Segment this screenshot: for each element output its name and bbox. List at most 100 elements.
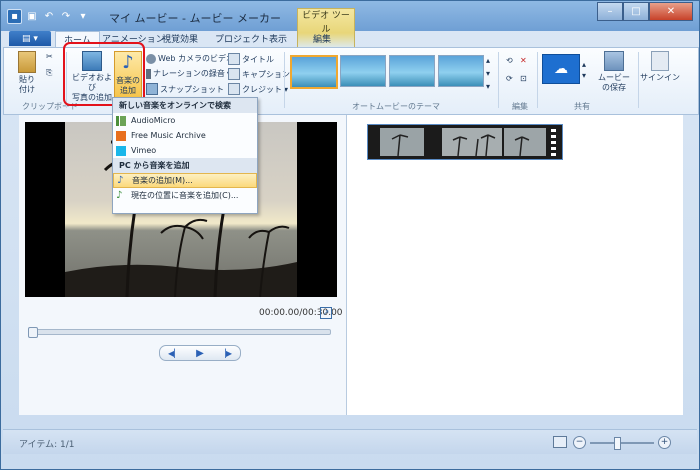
tab-project[interactable]: プロジェクト	[215, 32, 269, 45]
status-bar: アイテム: 1/1 − +	[3, 429, 697, 454]
snapshot-button[interactable]: スナップショット	[146, 83, 224, 95]
theme-thumbnail[interactable]	[340, 55, 386, 87]
credits-label: クレジット	[242, 84, 282, 94]
copy-icon[interactable]: ⎘	[46, 68, 52, 78]
clip-filmstrip	[368, 125, 562, 159]
tab-view[interactable]: 表示	[269, 32, 287, 45]
menu-item-label: Vimeo	[131, 146, 157, 155]
previous-frame-icon[interactable]: ◀▏	[168, 349, 180, 358]
menu-item-label: AudioMicro	[131, 116, 176, 125]
group-separator	[537, 52, 538, 108]
quick-access-toolbar: ▪ ▣ ↶ ↷ ▾	[7, 9, 90, 24]
app-window: ▪ ▣ ↶ ↷ ▾ マイ ムービー - ムービー メーカー ビデオ ツール – …	[0, 0, 700, 470]
save-movie-button[interactable]: ムービー の保存	[594, 51, 634, 93]
share-group-label: 共有	[574, 102, 590, 111]
vimeo-icon	[116, 145, 126, 156]
group-separator	[284, 52, 285, 108]
record-narration-button[interactable]: ナレーションの録音▾	[146, 68, 231, 79]
microphone-icon	[146, 68, 151, 79]
chevron-down-icon: ▾	[582, 71, 587, 80]
seek-handle[interactable]	[28, 327, 38, 338]
menu-item-free-music-archive[interactable]: Free Music Archive	[113, 128, 257, 143]
caption-label: キャプション	[242, 69, 290, 79]
menu-item-add-music-at-current-point[interactable]: ♪ 現在の位置に音楽を追加(C)...	[113, 188, 257, 203]
credits-button[interactable]: クレジット ▾	[228, 83, 288, 95]
zoom-slider-thumb[interactable]	[614, 436, 621, 450]
audiomicro-icon	[116, 115, 126, 126]
webcam-video-button[interactable]: Web カメラのビデオ	[146, 53, 234, 64]
thumbnail-size-icon[interactable]	[553, 436, 567, 448]
sign-in-button[interactable]: サインイン	[640, 51, 680, 83]
zoom-out-button[interactable]: −	[573, 436, 586, 449]
save-movie-label: ムービー の保存	[598, 73, 630, 92]
film-save-icon	[604, 51, 624, 71]
menu-item-vimeo[interactable]: Vimeo	[113, 143, 257, 158]
close-button[interactable]: ✕	[649, 2, 693, 21]
menu-item-audiomicro[interactable]: AudioMicro	[113, 113, 257, 128]
user-icon	[651, 51, 669, 71]
menu-item-add-music[interactable]: ♪ 音楽の追加(M)...	[113, 173, 257, 188]
window-title: マイ ムービー - ムービー メーカー	[109, 12, 281, 25]
save-icon[interactable]: ▣	[25, 9, 39, 23]
seek-bar[interactable]	[28, 327, 331, 338]
theme-thumbnail-default[interactable]	[290, 55, 338, 89]
menu-item-label: 現在の位置に音楽を追加(C)...	[131, 191, 239, 200]
snapshot-icon	[146, 83, 158, 95]
clipboard-icon	[18, 51, 36, 73]
caption-button[interactable]: キャプション	[228, 68, 290, 80]
minimize-button[interactable]: –	[597, 2, 623, 21]
chevron-down-icon: ▾	[486, 69, 491, 78]
group-separator	[498, 52, 499, 108]
zoom-in-button[interactable]: +	[658, 436, 671, 449]
snapshot-label: スナップショット	[160, 84, 224, 94]
title-icon	[228, 53, 240, 65]
title-bar: ▪ ▣ ↶ ↷ ▾ マイ ムービー - ムービー メーカー ビデオ ツール – …	[1, 1, 699, 49]
credits-icon	[228, 83, 240, 95]
more-icon: ▾	[486, 82, 491, 91]
music-add-icon: ♪	[116, 189, 123, 201]
undo-icon[interactable]: ↶	[42, 9, 56, 23]
fullscreen-preview-icon[interactable]: ↗	[320, 307, 332, 319]
zoom-control: − +	[573, 436, 671, 450]
cut-icon[interactable]: ✂	[46, 52, 53, 61]
title-label: タイトル	[242, 54, 274, 64]
next-frame-icon[interactable]: ▕▶	[220, 349, 232, 358]
storyboard-pane	[347, 115, 683, 415]
app-menu-icon[interactable]: ▪	[7, 9, 22, 24]
title-button[interactable]: タイトル	[228, 53, 274, 65]
share-scroll[interactable]: ▴ ▾	[582, 60, 586, 80]
menu-item-label: Free Music Archive	[131, 131, 206, 140]
tab-edit[interactable]: 編集	[313, 32, 331, 45]
delete-icon[interactable]: ✕	[520, 56, 527, 65]
video-clip[interactable]	[367, 124, 563, 160]
rotate-left-icon[interactable]: ⟲	[506, 56, 513, 65]
narration-label: ナレーションの録音	[153, 69, 225, 78]
chevron-up-icon: ▴	[486, 56, 491, 65]
group-separator	[638, 52, 639, 108]
item-count: アイテム: 1/1	[19, 440, 75, 450]
select-all-icon[interactable]: ⊡	[520, 74, 527, 83]
customize-qat-icon[interactable]: ▾	[76, 9, 90, 23]
zoom-slider[interactable]	[590, 436, 654, 450]
play-icon[interactable]: ▶	[196, 348, 204, 359]
chevron-up-icon: ▴	[582, 60, 587, 69]
theme-thumbnail[interactable]	[389, 55, 435, 87]
maximize-button[interactable]: □	[623, 2, 649, 21]
online-music-header: 新しい音楽をオンラインで検索	[113, 98, 257, 113]
file-menu-button[interactable]: ▤ ▾	[9, 31, 51, 46]
theme-gallery-scroll[interactable]: ▴ ▾ ▾	[486, 56, 490, 91]
onedrive-share-icon[interactable]: ☁	[542, 54, 580, 84]
window-controls: – □ ✕	[597, 2, 693, 21]
paste-button[interactable]: 貼り 付け	[12, 51, 42, 95]
tab-visual-effects[interactable]: 視覚効果	[162, 32, 198, 45]
theme-thumbnail[interactable]	[438, 55, 484, 87]
add-music-dropdown: 新しい音楽をオンラインで検索 AudioMicro Free Music Arc…	[112, 97, 258, 214]
webcam-icon	[146, 53, 156, 64]
rotate-right-icon[interactable]: ⟳	[506, 74, 513, 83]
fma-icon	[116, 130, 126, 141]
playback-controls: ◀▏ ▶ ▕▶	[159, 345, 241, 361]
redo-icon[interactable]: ↷	[59, 9, 73, 23]
webcam-label: Web カメラのビデオ	[158, 54, 234, 63]
music-note-icon: ♪	[117, 174, 124, 186]
sign-in-label: サインイン	[640, 73, 680, 82]
